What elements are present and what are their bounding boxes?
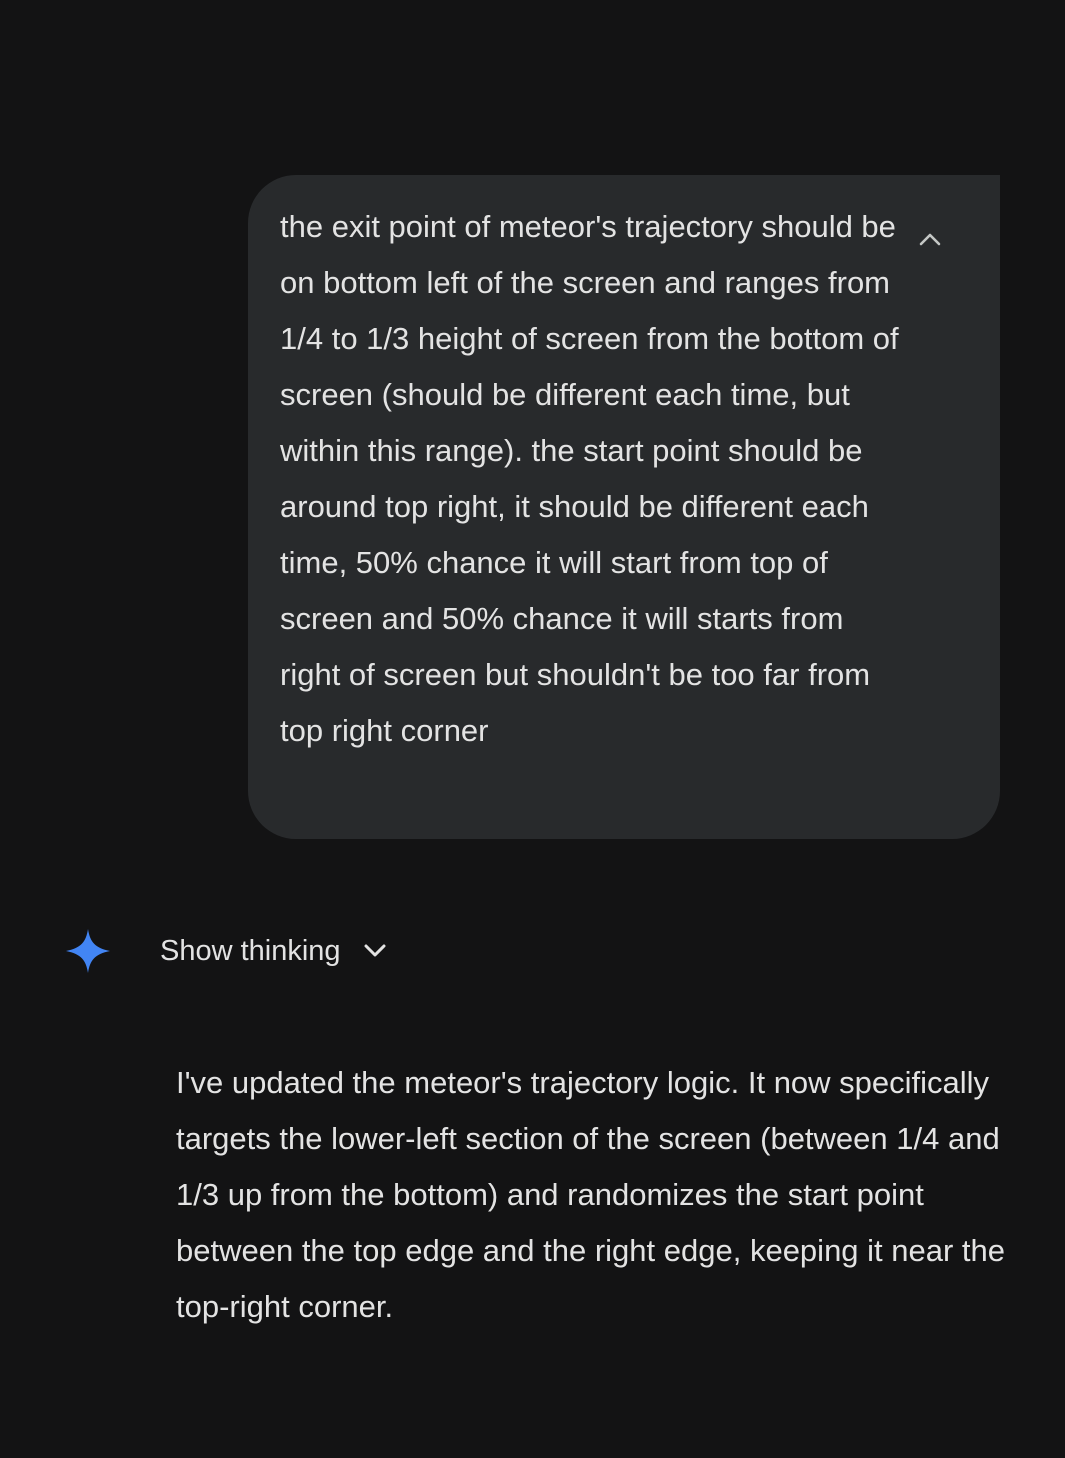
gemini-sparkle-icon (66, 929, 110, 973)
response-header: Show thinking (64, 926, 386, 976)
show-thinking-button[interactable]: Show thinking (160, 926, 387, 976)
user-message-bubble: the exit point of meteor's trajectory sh… (248, 175, 1000, 839)
response-text: I've updated the meteor's trajectory log… (176, 1065, 1006, 1324)
user-message-text: the exit point of meteor's trajectory sh… (280, 209, 899, 748)
collapse-message-button[interactable] (916, 225, 944, 253)
show-thinking-label: Show thinking (160, 934, 341, 967)
chevron-down-icon (364, 944, 386, 957)
chevron-up-icon (919, 233, 941, 246)
